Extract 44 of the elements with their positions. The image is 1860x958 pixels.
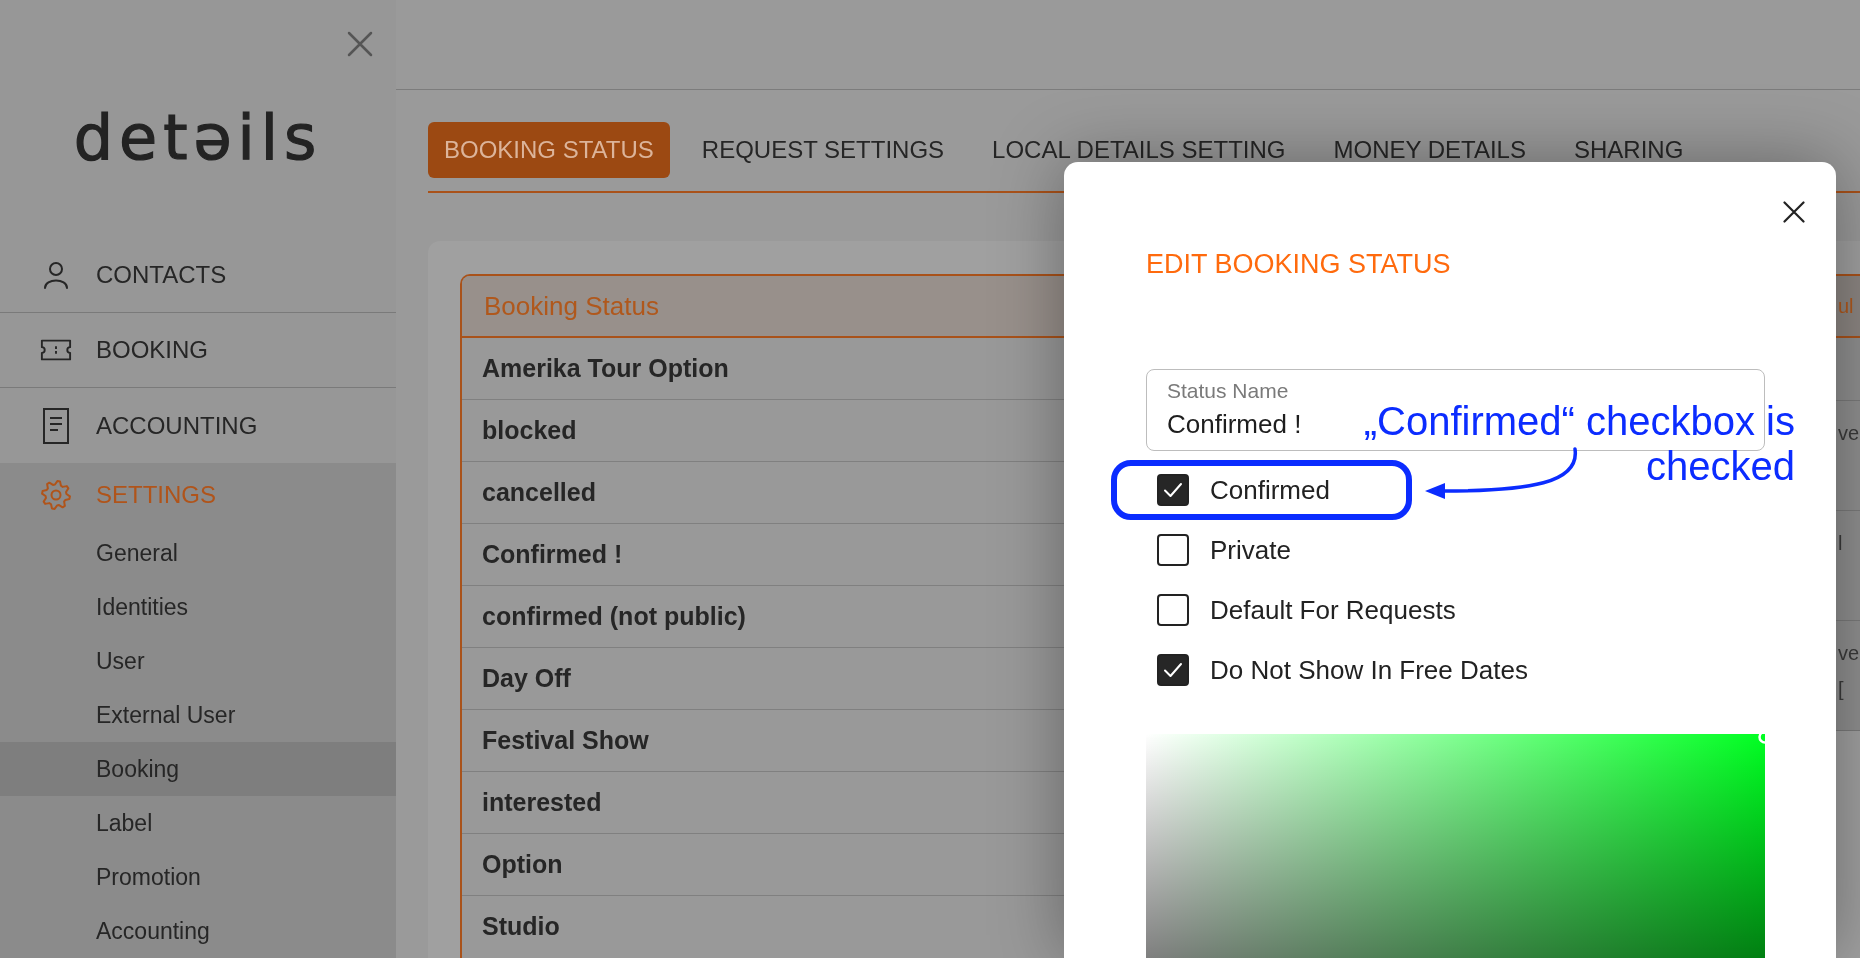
- table-cell-text: l: [1838, 531, 1843, 556]
- table-cell-text: Amerika Tour Option: [482, 352, 729, 384]
- close-icon[interactable]: [1783, 201, 1805, 223]
- table-cell-text: interested: [482, 786, 602, 818]
- checkbox-label[interactable]: Private: [1210, 530, 1291, 570]
- checkbox[interactable]: [1157, 594, 1189, 626]
- table-cell-text: Festival Show: [482, 724, 649, 756]
- checkbox-label[interactable]: Do Not Show In Free Dates: [1210, 650, 1528, 690]
- table-cell-text: ve: [1838, 421, 1860, 446]
- column-header: ul: [1838, 294, 1854, 319]
- nav-subitem[interactable]: Label: [0, 796, 396, 850]
- tab[interactable]: BOOKING STATUS: [428, 122, 670, 178]
- checkbox[interactable]: [1157, 654, 1189, 686]
- nav-subitem[interactable]: Accounting: [0, 904, 396, 958]
- nav-subitem[interactable]: Promotion: [0, 850, 396, 904]
- nav-item[interactable]: ACCOUNTING: [0, 388, 396, 463]
- checkbox-label[interactable]: Default For Requests: [1210, 590, 1456, 630]
- checkbox[interactable]: [1157, 534, 1189, 566]
- table-cell-text: Day Off: [482, 662, 571, 694]
- table-cell-text: Studio: [482, 911, 560, 943]
- nav-subitem[interactable]: External User: [0, 688, 396, 742]
- tab[interactable]: SHARING: [1558, 139, 1700, 161]
- nav-subitem[interactable]: User: [0, 634, 396, 688]
- table-cell-text: Option: [482, 848, 563, 880]
- tab[interactable]: LOCAL DETAILS SETTING: [976, 139, 1302, 161]
- nav-subitem[interactable]: Booking: [0, 742, 396, 796]
- table-cell-text: confirmed (not public): [482, 600, 746, 632]
- logo: detəils: [73, 107, 323, 169]
- ticket-icon: [40, 338, 72, 362]
- tab[interactable]: MONEY DETAILS: [1317, 139, 1542, 161]
- gear-icon: [41, 479, 71, 510]
- document-icon: [43, 407, 69, 444]
- dialog-title: EDIT BOOKING STATUS: [1146, 248, 1452, 280]
- checkbox[interactable]: [1157, 474, 1189, 506]
- table-cell-text: cancelled: [482, 476, 596, 508]
- table-cell-text: Confirmed !: [482, 538, 623, 570]
- person-icon: [43, 261, 69, 289]
- tab[interactable]: REQUEST SETTINGS: [685, 139, 961, 161]
- column-header: Booking Status: [484, 289, 659, 323]
- nav-subitem[interactable]: General: [0, 526, 396, 580]
- table-cell-text: ve [: [1838, 641, 1860, 702]
- checkbox-label[interactable]: Confirmed: [1210, 470, 1330, 510]
- table-cell-text: blocked: [482, 414, 577, 446]
- nav-subitem[interactable]: Identities: [0, 580, 396, 634]
